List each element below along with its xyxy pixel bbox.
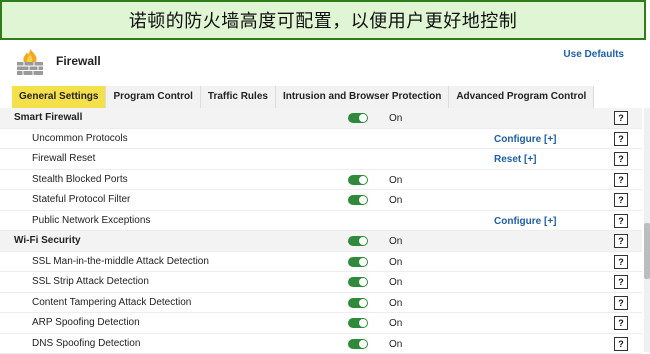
- toggle-switch[interactable]: [348, 257, 368, 267]
- tab-general-settings[interactable]: General Settings: [12, 86, 106, 108]
- toggle-switch[interactable]: [348, 339, 368, 349]
- row-label: Firewall Reset: [32, 153, 95, 164]
- toggle-state: On: [389, 277, 402, 288]
- help-icon[interactable]: ?: [614, 152, 628, 166]
- row-label: Content Tampering Attack Detection: [32, 297, 191, 308]
- toggle-switch[interactable]: [348, 318, 368, 328]
- tab-program-control[interactable]: Program Control: [106, 86, 200, 108]
- tab-intrusion-browser-protection[interactable]: Intrusion and Browser Protection: [276, 86, 449, 108]
- firewall-icon: [16, 48, 44, 76]
- toggle-switch[interactable]: [348, 113, 368, 123]
- setting-row-uncommon-protocols: Uncommon Protocols Configure [+] ?: [0, 129, 642, 150]
- row-label: Public Network Exceptions: [32, 215, 150, 226]
- help-icon[interactable]: ?: [614, 275, 628, 289]
- row-label: SSL Man-in-the-middle Attack Detection: [32, 256, 209, 267]
- setting-row-ssl-strip-detection: SSL Strip Attack Detection On ?: [0, 272, 642, 293]
- toggle-state: On: [389, 298, 402, 309]
- configure-link[interactable]: Configure [+]: [494, 134, 557, 145]
- configure-link[interactable]: Configure [+]: [494, 216, 557, 227]
- help-icon[interactable]: ?: [614, 234, 628, 248]
- setting-row-firewall-reset: Firewall Reset Reset [+] ?: [0, 149, 642, 170]
- row-label: Stealth Blocked Ports: [32, 174, 128, 185]
- toggle-switch[interactable]: [348, 175, 368, 185]
- toggle-state: On: [389, 339, 402, 350]
- section-wifi-security: Wi-Fi Security On ?: [0, 231, 642, 252]
- page-header: Firewall Use Defaults: [0, 44, 650, 84]
- reset-link[interactable]: Reset [+]: [494, 154, 537, 165]
- help-icon[interactable]: ?: [614, 255, 628, 269]
- vertical-scrollbar[interactable]: [644, 108, 650, 352]
- row-label: SSL Strip Attack Detection: [32, 276, 149, 287]
- toggle-state: On: [389, 257, 402, 268]
- toggle-state: On: [389, 195, 402, 206]
- setting-row-arp-spoofing-detection: ARP Spoofing Detection On ?: [0, 313, 642, 334]
- section-smart-firewall: Smart Firewall On ?: [0, 108, 642, 129]
- page-title: Firewall: [56, 54, 101, 68]
- row-label: ARP Spoofing Detection: [32, 317, 140, 328]
- help-icon[interactable]: ?: [614, 132, 628, 146]
- help-icon[interactable]: ?: [614, 214, 628, 228]
- caption-banner: 诺顿的防火墙高度可配置，以便用户更好地控制: [0, 0, 646, 40]
- toggle-switch[interactable]: [348, 277, 368, 287]
- row-label: Wi-Fi Security: [14, 235, 81, 246]
- toggle-switch[interactable]: [348, 298, 368, 308]
- row-label: Stateful Protocol Filter: [32, 194, 130, 205]
- setting-row-dns-spoofing-detection: DNS Spoofing Detection On ?: [0, 334, 642, 354]
- help-icon[interactable]: ?: [614, 296, 628, 310]
- setting-row-stateful-protocol-filter: Stateful Protocol Filter On ?: [0, 190, 642, 211]
- row-label: Smart Firewall: [14, 112, 82, 123]
- toggle-state: On: [389, 175, 402, 186]
- setting-row-public-network-exceptions: Public Network Exceptions Configure [+] …: [0, 211, 642, 232]
- scrollbar-thumb[interactable]: [644, 223, 650, 279]
- settings-list: Smart Firewall On ? Uncommon Protocols C…: [0, 108, 642, 354]
- use-defaults-link[interactable]: Use Defaults: [563, 49, 624, 60]
- tab-advanced-program-control[interactable]: Advanced Program Control: [449, 86, 594, 108]
- tab-traffic-rules[interactable]: Traffic Rules: [201, 86, 276, 108]
- help-icon[interactable]: ?: [614, 193, 628, 207]
- toggle-state: On: [389, 236, 402, 247]
- setting-row-content-tampering-detection: Content Tampering Attack Detection On ?: [0, 293, 642, 314]
- help-icon[interactable]: ?: [614, 337, 628, 351]
- row-label: Uncommon Protocols: [32, 133, 128, 144]
- toggle-switch[interactable]: [348, 236, 368, 246]
- settings-tabs: General Settings Program Control Traffic…: [12, 86, 594, 109]
- help-icon[interactable]: ?: [614, 316, 628, 330]
- setting-row-stealth-blocked-ports: Stealth Blocked Ports On ?: [0, 170, 642, 191]
- toggle-state: On: [389, 318, 402, 329]
- help-icon[interactable]: ?: [614, 173, 628, 187]
- row-label: DNS Spoofing Detection: [32, 338, 140, 349]
- toggle-state: On: [389, 113, 402, 124]
- caption-text: 诺顿的防火墙高度可配置，以便用户更好地控制: [129, 7, 518, 33]
- toggle-switch[interactable]: [348, 195, 368, 205]
- help-icon[interactable]: ?: [614, 111, 628, 125]
- setting-row-ssl-mitm-detection: SSL Man-in-the-middle Attack Detection O…: [0, 252, 642, 273]
